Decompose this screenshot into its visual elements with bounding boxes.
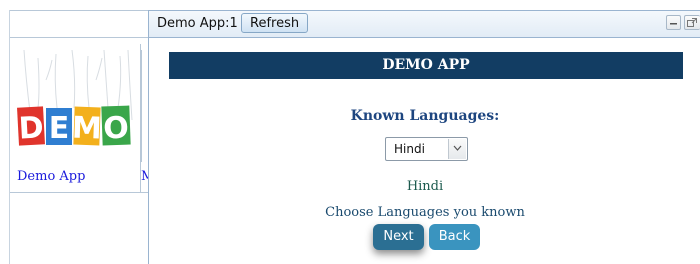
page-header: DEMO APP bbox=[169, 52, 683, 79]
screen: D E M O Demo App M Demo App:1 Refresh bbox=[0, 0, 700, 264]
demo-tags-image: D E M O bbox=[16, 50, 134, 162]
window-title: Demo App:1 bbox=[157, 16, 238, 31]
app-content: DEMO APP Known Languages: Hindi Hindi Ch… bbox=[149, 38, 700, 264]
language-select[interactable]: Hindi bbox=[385, 137, 468, 161]
popout-icon[interactable] bbox=[684, 15, 700, 30]
svg-text:D: D bbox=[18, 110, 45, 146]
svg-text:O: O bbox=[103, 111, 130, 147]
chevron-down-icon[interactable] bbox=[448, 139, 466, 159]
window-titlebar[interactable]: Demo App:1 Refresh bbox=[149, 10, 700, 38]
app-caption[interactable]: Demo App bbox=[17, 169, 85, 184]
app-tile-demo[interactable]: D E M O Demo App bbox=[10, 44, 141, 193]
selected-language-text: Hindi bbox=[406, 179, 444, 194]
language-select-value: Hindi bbox=[394, 142, 425, 156]
app-gallery-pane: D E M O Demo App M bbox=[9, 10, 149, 264]
gallery-toolbar bbox=[10, 10, 149, 38]
next-button[interactable]: Next bbox=[373, 224, 424, 250]
refresh-button[interactable]: Refresh bbox=[241, 13, 309, 33]
known-languages-label: Known Languages: bbox=[350, 108, 500, 124]
minimize-icon[interactable] bbox=[666, 15, 681, 30]
app-window: Demo App:1 Refresh DEMO APP Known Langua… bbox=[148, 10, 700, 264]
svg-text:E: E bbox=[49, 111, 70, 146]
svg-text:M: M bbox=[71, 110, 102, 146]
back-button[interactable]: Back bbox=[429, 224, 480, 250]
choose-languages-label: Choose Languages you known bbox=[325, 205, 525, 220]
